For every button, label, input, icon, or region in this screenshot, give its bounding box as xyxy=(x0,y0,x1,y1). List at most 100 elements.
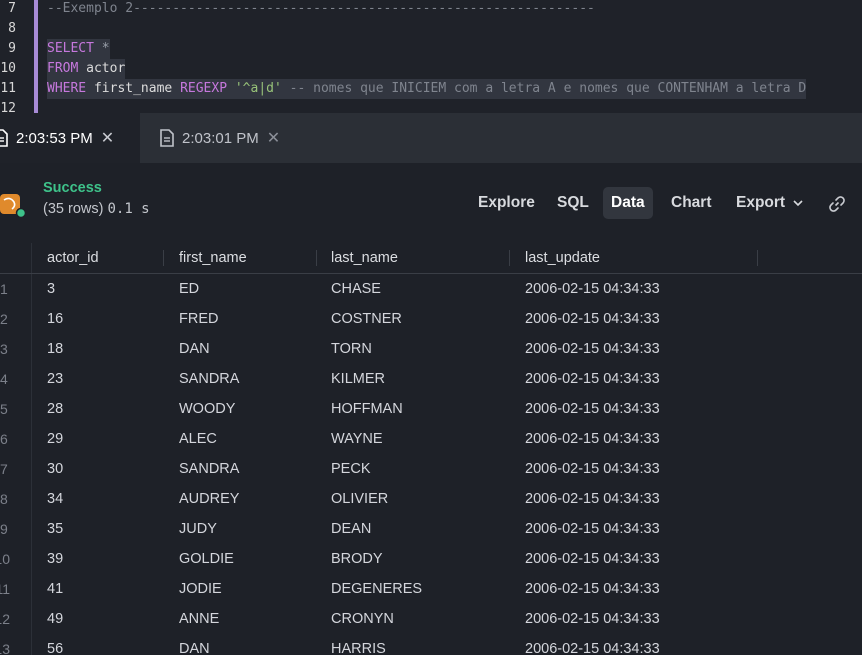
cell-actor-id[interactable]: 23 xyxy=(47,364,63,394)
cell-last-name[interactable]: HOFFMAN xyxy=(331,394,403,424)
cell-last-update[interactable]: 2006-02-15 04:34:33 xyxy=(525,394,660,424)
table-row[interactable]: 7 30 SANDRA PECK 2006-02-15 04:34:33 xyxy=(0,454,862,484)
code-line[interactable]: 12 xyxy=(0,99,862,113)
cell-last-name[interactable]: WAYNE xyxy=(331,424,383,454)
cell-last-update[interactable]: 2006-02-15 04:34:33 xyxy=(525,604,660,634)
code-line[interactable]: 7 --Exemplo 2----------------------------… xyxy=(0,0,862,19)
cell-last-name[interactable]: DEGENERES xyxy=(331,574,422,604)
cell-last-name[interactable]: BRODY xyxy=(331,544,383,574)
code-line[interactable]: 8 xyxy=(0,19,862,39)
table-row[interactable]: 4 23 SANDRA KILMER 2006-02-15 04:34:33 xyxy=(0,364,862,394)
explore-button[interactable]: Explore xyxy=(470,187,543,219)
close-icon[interactable]: ✕ xyxy=(267,128,280,148)
column-header-actor-id[interactable]: actor_id xyxy=(47,243,99,273)
cell-first-name[interactable]: ANNE xyxy=(179,604,219,634)
column-resizer[interactable] xyxy=(757,250,758,266)
close-icon[interactable]: ✕ xyxy=(101,128,114,148)
cell-last-name[interactable]: CRONYN xyxy=(331,604,394,634)
row-number: 11 xyxy=(0,581,10,597)
table-row[interactable]: 11 41 JODIE DEGENERES 2006-02-15 04:34:33 xyxy=(0,574,862,604)
cell-first-name[interactable]: ED xyxy=(179,274,199,304)
cell-first-name[interactable]: ALEC xyxy=(179,424,217,454)
table-row[interactable]: 3 18 DAN TORN 2006-02-15 04:34:33 xyxy=(0,334,862,364)
column-header-last-update[interactable]: last_update xyxy=(525,243,600,273)
row-number: 9 xyxy=(0,521,8,537)
cell-last-name[interactable]: COSTNER xyxy=(331,304,402,334)
cell-last-name[interactable]: DEAN xyxy=(331,514,371,544)
table-row[interactable]: 2 16 FRED COSTNER 2006-02-15 04:34:33 xyxy=(0,304,862,334)
cell-first-name[interactable]: JUDY xyxy=(179,514,217,544)
cell-last-update[interactable]: 2006-02-15 04:34:33 xyxy=(525,334,660,364)
column-resizer[interactable] xyxy=(163,250,164,266)
line-number: 10 xyxy=(0,61,16,76)
table-row[interactable]: 12 49 ANNE CRONYN 2006-02-15 04:34:33 xyxy=(0,604,862,634)
cell-first-name[interactable]: JODIE xyxy=(179,574,222,604)
row-number: 12 xyxy=(0,611,10,627)
cell-actor-id[interactable]: 3 xyxy=(47,274,55,304)
cell-last-update[interactable]: 2006-02-15 04:34:33 xyxy=(525,544,660,574)
cell-first-name[interactable]: AUDREY xyxy=(179,484,239,514)
cell-last-name[interactable]: PECK xyxy=(331,454,371,484)
sql-editor[interactable]: 7 --Exemplo 2----------------------------… xyxy=(0,0,862,113)
cell-first-name[interactable]: DAN xyxy=(179,634,210,655)
tab-result-inactive[interactable]: 2:03:01 PM ✕ xyxy=(140,113,280,163)
cell-actor-id[interactable]: 49 xyxy=(47,604,63,634)
chart-button[interactable]: Chart xyxy=(663,187,719,219)
cell-first-name[interactable]: DAN xyxy=(179,334,210,364)
column-header-first-name[interactable]: first_name xyxy=(179,243,247,273)
table-row[interactable]: 9 35 JUDY DEAN 2006-02-15 04:34:33 xyxy=(0,514,862,544)
cell-actor-id[interactable]: 28 xyxy=(47,394,63,424)
cell-last-update[interactable]: 2006-02-15 04:34:33 xyxy=(525,574,660,604)
cell-last-update[interactable]: 2006-02-15 04:34:33 xyxy=(525,274,660,304)
cell-first-name[interactable]: FRED xyxy=(179,304,218,334)
cell-last-name[interactable]: KILMER xyxy=(331,364,385,394)
sql-comment: -- nomes que INICIEM com a letra A e nom… xyxy=(281,81,807,96)
link-icon[interactable] xyxy=(828,195,846,213)
table-row[interactable]: 5 28 WOODY HOFFMAN 2006-02-15 04:34:33 xyxy=(0,394,862,424)
cell-first-name[interactable]: SANDRA xyxy=(179,364,239,394)
cell-last-name[interactable]: TORN xyxy=(331,334,372,364)
table-row[interactable]: 10 39 GOLDIE BRODY 2006-02-15 04:34:33 xyxy=(0,544,862,574)
cell-last-name[interactable]: CHASE xyxy=(331,274,381,304)
sql-token: actor xyxy=(78,61,126,76)
table-row[interactable]: 8 34 AUDREY OLIVIER 2006-02-15 04:34:33 xyxy=(0,484,862,514)
cell-actor-id[interactable]: 18 xyxy=(47,334,63,364)
cell-actor-id[interactable]: 29 xyxy=(47,424,63,454)
data-button[interactable]: Data xyxy=(603,187,653,219)
code-line[interactable]: 10 FROM actor xyxy=(0,59,862,79)
cell-actor-id[interactable]: 35 xyxy=(47,514,63,544)
cell-last-update[interactable]: 2006-02-15 04:34:33 xyxy=(525,304,660,334)
line-number: 12 xyxy=(0,101,16,113)
column-header-last-name[interactable]: last_name xyxy=(331,243,398,273)
cell-actor-id[interactable]: 56 xyxy=(47,634,63,655)
cell-first-name[interactable]: GOLDIE xyxy=(179,544,234,574)
table-row[interactable]: 13 56 DAN HARRIS 2006-02-15 04:34:33 xyxy=(0,634,862,655)
cell-actor-id[interactable]: 41 xyxy=(47,574,63,604)
sql-keyword: REGEXP xyxy=(180,81,228,96)
tab-result-active[interactable]: 2:03:53 PM ✕ xyxy=(0,113,140,163)
cell-actor-id[interactable]: 39 xyxy=(47,544,63,574)
column-resizer[interactable] xyxy=(509,250,510,266)
cell-actor-id[interactable]: 34 xyxy=(47,484,63,514)
cell-last-update[interactable]: 2006-02-15 04:34:33 xyxy=(525,514,660,544)
cell-first-name[interactable]: WOODY xyxy=(179,394,235,424)
column-resizer[interactable] xyxy=(316,250,317,266)
line-number: 9 xyxy=(8,41,16,56)
table-row[interactable]: 1 3 ED CHASE 2006-02-15 04:34:33 xyxy=(0,274,862,304)
cell-actor-id[interactable]: 30 xyxy=(47,454,63,484)
cell-last-name[interactable]: OLIVIER xyxy=(331,484,388,514)
cell-actor-id[interactable]: 16 xyxy=(47,304,63,334)
code-line[interactable]: 11 WHERE first_name REGEXP '^a|d' -- nome… xyxy=(0,79,862,99)
sql-button[interactable]: SQL xyxy=(549,187,597,219)
cell-last-update[interactable]: 2006-02-15 04:34:33 xyxy=(525,484,660,514)
export-button[interactable]: Export xyxy=(728,187,811,219)
cell-first-name[interactable]: SANDRA xyxy=(179,454,239,484)
table-row[interactable]: 6 29 ALEC WAYNE 2006-02-15 04:34:33 xyxy=(0,424,862,454)
sql-keyword: FROM xyxy=(47,61,79,76)
cell-last-update[interactable]: 2006-02-15 04:34:33 xyxy=(525,454,660,484)
code-line[interactable]: 9 SELECT * xyxy=(0,39,862,59)
cell-last-update[interactable]: 2006-02-15 04:34:33 xyxy=(525,634,660,655)
cell-last-name[interactable]: HARRIS xyxy=(331,634,386,655)
cell-last-update[interactable]: 2006-02-15 04:34:33 xyxy=(525,424,660,454)
cell-last-update[interactable]: 2006-02-15 04:34:33 xyxy=(525,364,660,394)
